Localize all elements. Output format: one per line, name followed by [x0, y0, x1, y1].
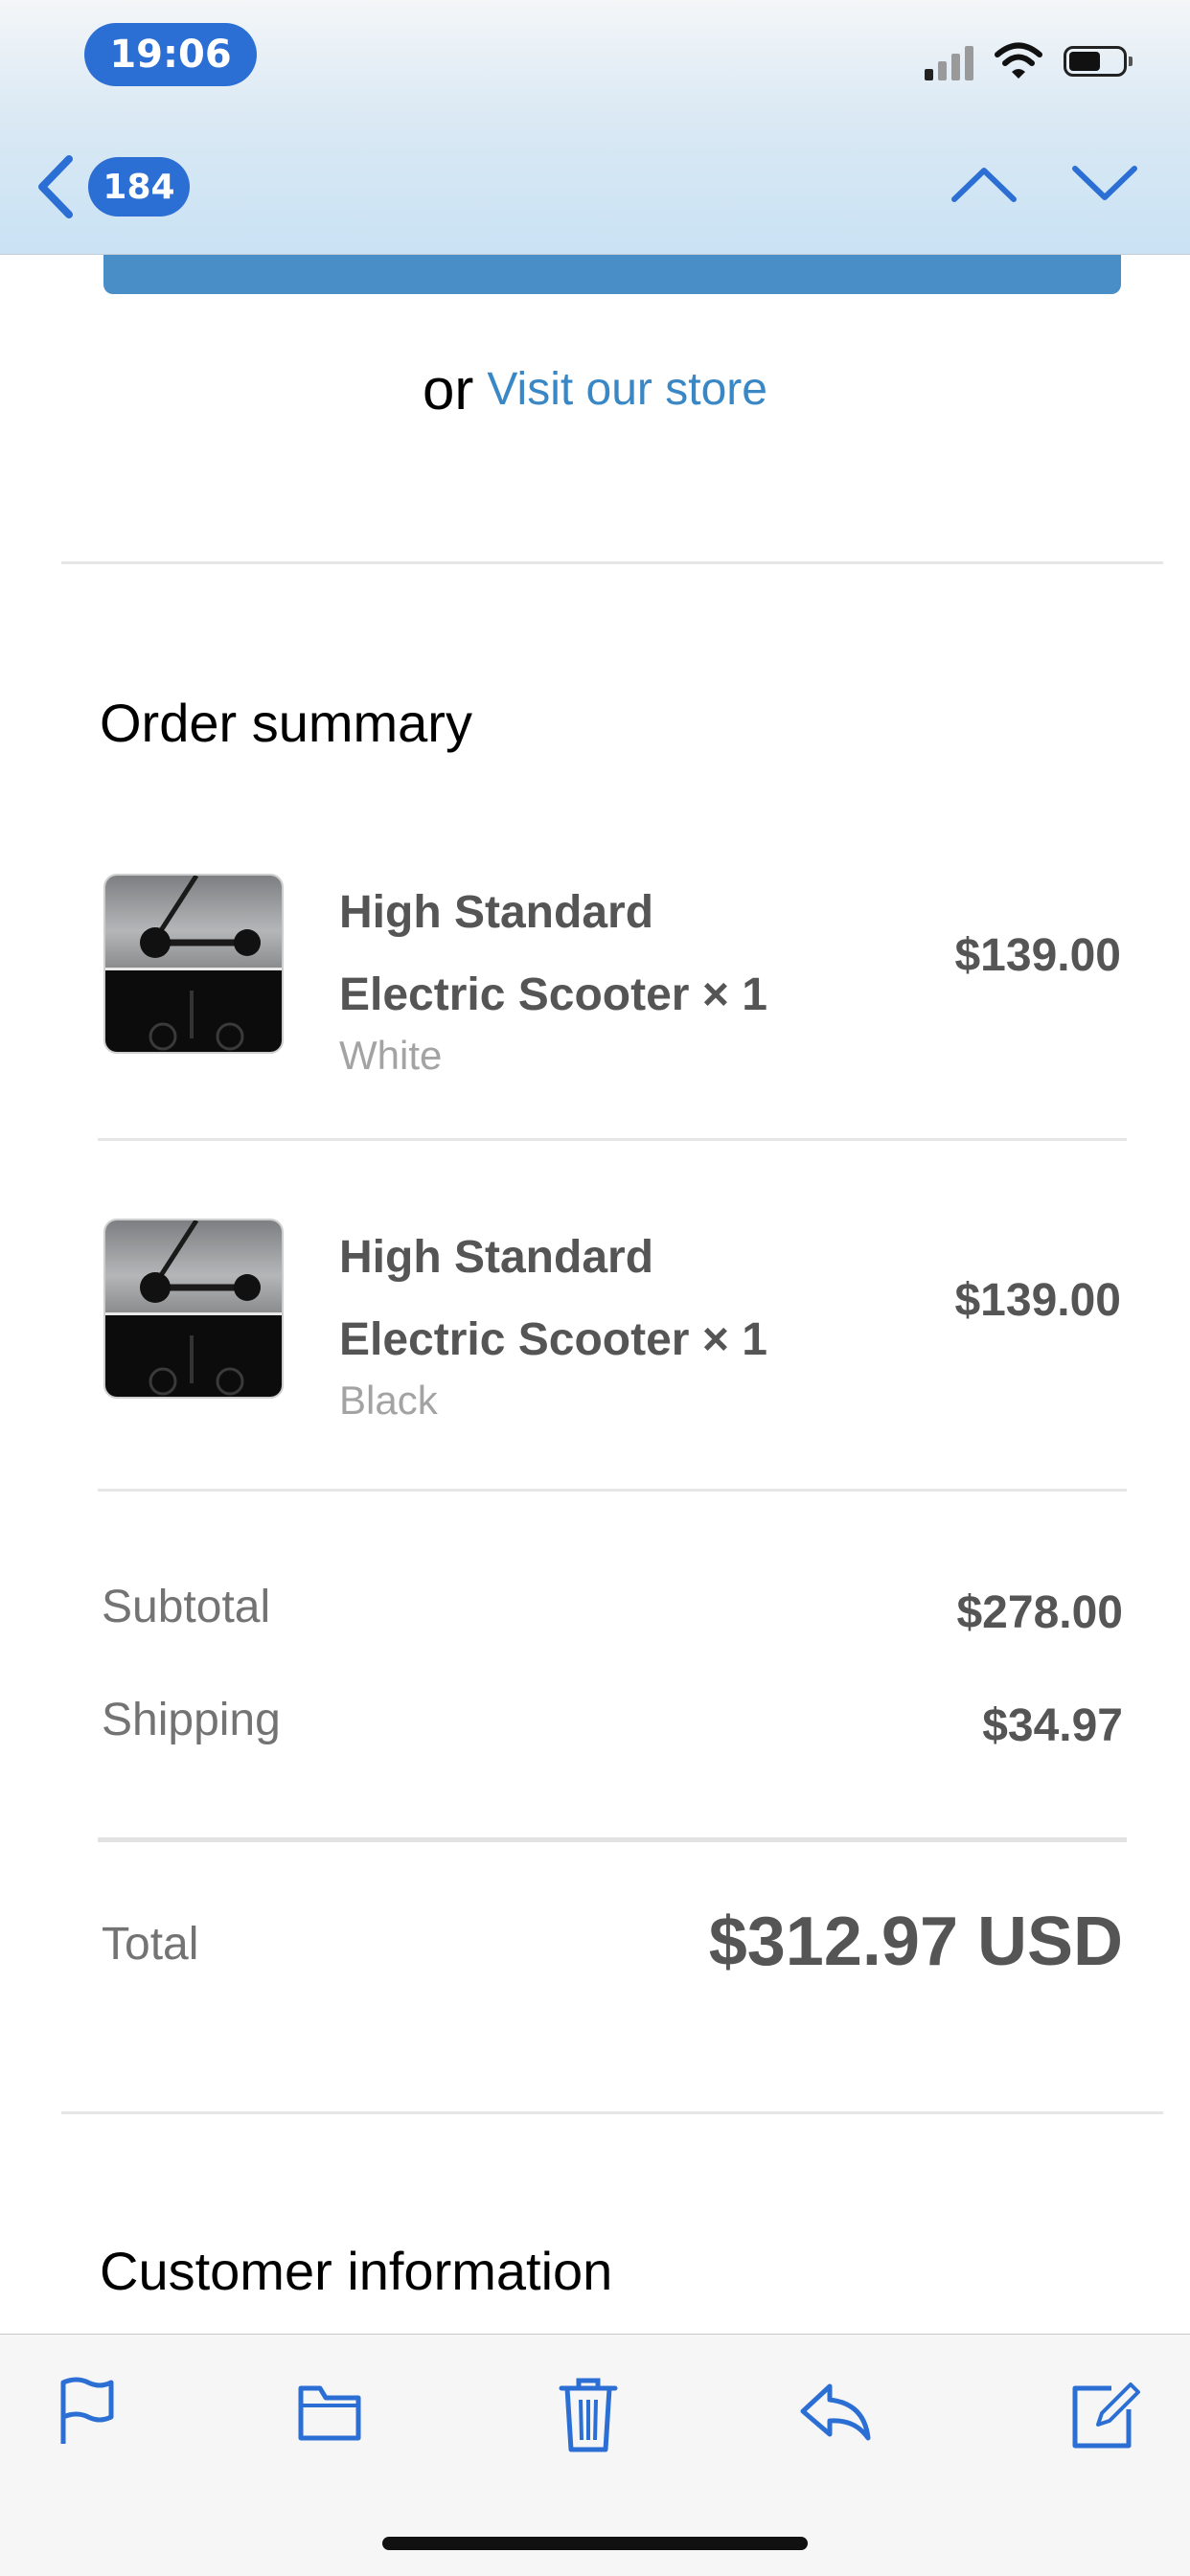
section-divider — [61, 561, 1163, 564]
visit-store-line: or Visit our store — [0, 356, 1190, 422]
cellular-signal-icon — [925, 42, 973, 80]
product-thumbnail-image — [103, 1219, 284, 1399]
item-name: High Standard Electric Scooter × 1 — [339, 1217, 876, 1381]
shipping-label: Shipping — [102, 1695, 281, 1745]
item-variant: White — [339, 1033, 443, 1078]
item-name-line2: Electric Scooter × 1 — [339, 969, 767, 1020]
total-value: $312.97 USD — [708, 1904, 1123, 1980]
wifi-icon — [995, 42, 1042, 79]
order-summary-title: Order summary — [100, 693, 472, 753]
status-icons — [925, 42, 1133, 80]
flag-icon[interactable] — [56, 2375, 117, 2448]
unread-count-badge: 184 — [88, 157, 190, 217]
item-name-line1: High Standard — [339, 1232, 654, 1283]
total-label: Total — [102, 1919, 199, 1970]
shipping-value: $34.97 — [982, 1700, 1123, 1751]
home-indicator[interactable] — [382, 2537, 808, 2550]
subtotal-value: $278.00 — [956, 1587, 1123, 1638]
order-item: High Standard Electric Scooter × 1 White… — [100, 872, 1121, 1078]
reply-icon[interactable] — [797, 2375, 874, 2448]
item-price: $139.00 — [954, 930, 1121, 981]
store-prefix-text: or — [423, 357, 474, 422]
item-divider — [98, 1138, 1127, 1141]
trash-icon[interactable] — [558, 2375, 619, 2455]
compose-icon[interactable] — [1069, 2375, 1142, 2451]
order-item: High Standard Electric Scooter × 1 Black… — [100, 1217, 1121, 1423]
battery-icon — [1064, 46, 1133, 77]
subtotal-label: Subtotal — [102, 1582, 271, 1632]
visit-store-link[interactable]: Visit our store — [487, 364, 767, 415]
item-divider — [98, 1489, 1127, 1492]
item-price: $139.00 — [954, 1275, 1121, 1326]
back-button[interactable]: 184 — [33, 153, 190, 220]
item-name-line2: Electric Scooter × 1 — [339, 1314, 767, 1365]
chevron-left-icon — [38, 155, 73, 218]
status-time: 19:06 — [84, 23, 257, 86]
product-thumbnail-image — [103, 874, 284, 1054]
chevron-down-icon[interactable] — [1069, 161, 1140, 207]
chevron-up-icon[interactable] — [949, 161, 1019, 207]
customer-information-title: Customer information — [100, 2241, 613, 2301]
item-name: High Standard Electric Scooter × 1 — [339, 872, 876, 1037]
folder-icon[interactable] — [295, 2375, 364, 2448]
item-name-line1: High Standard — [339, 887, 654, 938]
totals-divider — [98, 1837, 1127, 1842]
section-divider — [61, 2111, 1163, 2114]
item-variant: Black — [339, 1378, 438, 1423]
top-navigation-bar: 19:06 184 — [0, 0, 1190, 255]
